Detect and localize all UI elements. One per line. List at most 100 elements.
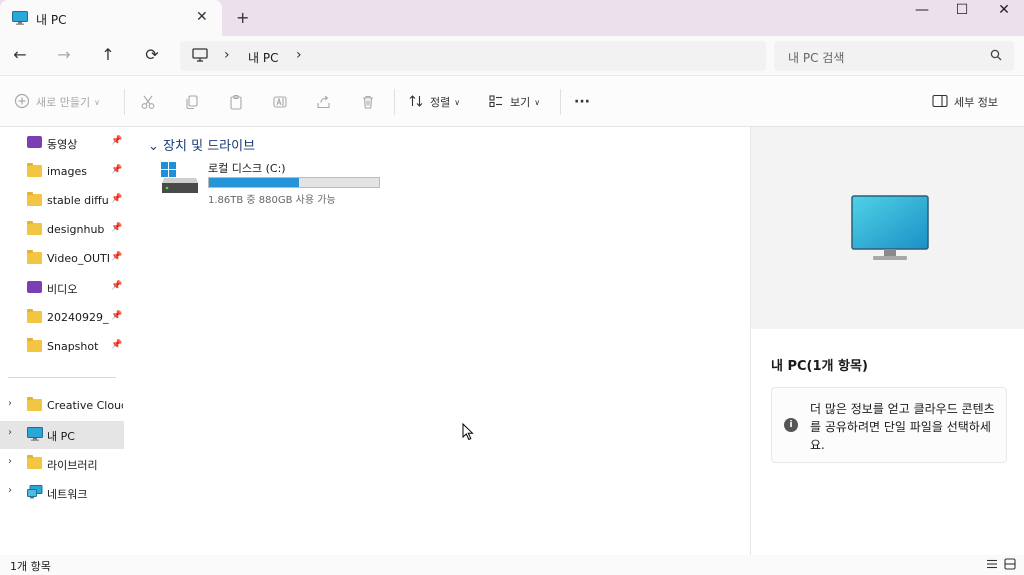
more-options-button[interactable]: ··· bbox=[574, 91, 590, 113]
sidebar-item-network[interactable]: › 네트워크 bbox=[0, 479, 124, 507]
share-icon[interactable] bbox=[316, 91, 332, 113]
drive-free-space: 1.86TB 중 880GB 사용 가능 bbox=[208, 195, 336, 206]
pin-icon[interactable]: 📌 bbox=[111, 252, 122, 262]
monitor-icon bbox=[12, 11, 28, 28]
sidebar-item-videos[interactable]: 동영상 📌 bbox=[0, 129, 124, 157]
refresh-button[interactable]: ⟳ bbox=[140, 45, 164, 67]
expand-chevron-icon[interactable]: › bbox=[8, 427, 12, 438]
address-row: ← → ↑ ⟳ › 내 PC › 내 PC 검색 bbox=[0, 36, 1024, 76]
sidebar-item-snapshot[interactable]: Snapshot 📌 bbox=[0, 333, 124, 361]
plus-circle-icon bbox=[14, 93, 30, 112]
sidebar-item-video[interactable]: 비디오 📌 bbox=[0, 274, 124, 302]
view-icon bbox=[488, 93, 504, 112]
sidebar-item-designhub[interactable]: designhub 📌 bbox=[0, 216, 124, 244]
new-button[interactable]: 새로 만들기 ∨ bbox=[14, 91, 100, 113]
minimize-button[interactable]: — bbox=[902, 2, 942, 22]
expand-chevron-icon[interactable]: › bbox=[8, 456, 12, 467]
tiles-view-icon[interactable] bbox=[1004, 558, 1016, 573]
item-count: 1개 항목 bbox=[10, 560, 51, 573]
pin-icon[interactable]: 📌 bbox=[111, 194, 122, 204]
sidebar-item-label: Creative Cloud bbox=[47, 399, 123, 412]
breadcrumb-chevron-icon[interactable]: › bbox=[296, 47, 302, 63]
breadcrumb-my-pc[interactable]: 내 PC bbox=[248, 49, 278, 66]
sidebar-item-my-pc[interactable]: › 내 PC bbox=[0, 421, 124, 449]
search-box[interactable]: 내 PC 검색 bbox=[774, 41, 1014, 71]
tab-close-icon[interactable]: ✕ bbox=[196, 9, 208, 25]
expand-chevron-icon[interactable]: › bbox=[8, 398, 12, 409]
pc-icon bbox=[192, 48, 208, 65]
new-tab-button[interactable]: + bbox=[236, 8, 249, 27]
pin-icon[interactable]: 📌 bbox=[111, 340, 122, 350]
tab-my-pc[interactable]: 내 PC ✕ bbox=[0, 0, 222, 36]
sidebar-item-label: stable diffusi bbox=[47, 194, 109, 207]
sidebar-item-label: 동영상 bbox=[47, 138, 78, 151]
monitor-icon bbox=[851, 195, 929, 266]
chevron-down-icon: ∨ bbox=[454, 97, 461, 107]
delete-icon[interactable] bbox=[360, 91, 376, 113]
sidebar-item-label: 라이브러리 bbox=[47, 459, 98, 472]
file-list: ⌄ 장치 및 드라이브 로컬 디스크 (C:) 1.86TB 중 880GB 사… bbox=[140, 127, 750, 555]
view-button[interactable]: 보기 ∨ bbox=[488, 91, 540, 113]
sidebar-item-label: images bbox=[47, 165, 87, 178]
sidebar-item-images[interactable]: images 📌 bbox=[0, 158, 124, 186]
sidebar-item-stable-diffusion[interactable]: stable diffusi 📌 bbox=[0, 187, 124, 215]
video-icon bbox=[27, 136, 42, 148]
sidebar-item-20240929[interactable]: 20240929_0 📌 bbox=[0, 304, 124, 332]
chevron-down-icon: ∨ bbox=[534, 97, 541, 107]
toolbar-divider bbox=[394, 89, 395, 115]
address-bar[interactable]: › 내 PC › bbox=[180, 41, 766, 71]
sidebar-item-creative-cloud[interactable]: › Creative Cloud bbox=[0, 392, 124, 420]
drive-usage-fill bbox=[209, 178, 300, 187]
cut-icon[interactable] bbox=[140, 91, 156, 113]
maximize-button[interactable]: ☐ bbox=[942, 2, 982, 22]
drive-name: 로컬 디스크 (C:) bbox=[208, 162, 286, 175]
chevron-down-icon: ⌄ bbox=[148, 139, 159, 154]
pin-icon[interactable]: 📌 bbox=[111, 223, 122, 233]
sidebar-item-libraries[interactable]: › 라이브러리 bbox=[0, 450, 124, 478]
sidebar-item-label: 내 PC bbox=[47, 430, 75, 443]
forward-button[interactable]: → bbox=[52, 45, 76, 67]
toolbar-divider bbox=[124, 89, 125, 115]
sidebar-item-label: Video_OUTPU bbox=[47, 252, 109, 265]
command-bar: 새로 만들기 ∨ 정렬 ∨ 보기 ∨ ··· 세부 정보 bbox=[0, 77, 1024, 127]
pin-icon[interactable]: 📌 bbox=[111, 165, 122, 175]
drive-usage-bar bbox=[208, 177, 380, 188]
folder-icon bbox=[27, 309, 42, 323]
close-button[interactable]: ✕ bbox=[984, 2, 1024, 22]
info-message: 더 많은 정보를 얻고 클라우드 콘텐츠를 공유하려면 단일 파일을 선택하세요… bbox=[810, 402, 995, 452]
view-label: 보기 bbox=[510, 96, 531, 109]
preview-area bbox=[751, 127, 1024, 329]
details-pane-button[interactable]: 세부 정보 bbox=[932, 91, 998, 113]
pin-icon[interactable]: 📌 bbox=[111, 281, 122, 291]
paste-icon[interactable] bbox=[228, 91, 244, 113]
sidebar-item-label: 20240929_0 bbox=[47, 311, 109, 324]
sort-label: 정렬 bbox=[430, 96, 451, 109]
sidebar-item-label: 네트워크 bbox=[47, 488, 88, 501]
hard-drive-icon bbox=[160, 161, 200, 200]
status-bar: 1개 항목 bbox=[0, 555, 1024, 575]
pin-icon[interactable]: 📌 bbox=[111, 311, 122, 321]
details-pane-icon bbox=[932, 94, 948, 111]
tab-title: 내 PC bbox=[36, 13, 67, 27]
details-pane-label: 세부 정보 bbox=[954, 96, 998, 109]
group-header-devices[interactable]: ⌄ 장치 및 드라이브 bbox=[148, 135, 255, 154]
pin-icon[interactable]: 📌 bbox=[111, 136, 122, 146]
copy-icon[interactable] bbox=[184, 91, 200, 113]
folder-icon bbox=[27, 192, 42, 206]
expand-chevron-icon[interactable]: › bbox=[8, 485, 12, 496]
rename-icon[interactable] bbox=[272, 91, 288, 113]
group-title: 장치 및 드라이브 bbox=[163, 139, 256, 154]
sidebar-item-video-output[interactable]: Video_OUTPU 📌 bbox=[0, 245, 124, 273]
details-view-icon[interactable] bbox=[986, 558, 998, 573]
folder-icon bbox=[27, 250, 42, 264]
search-placeholder: 내 PC 검색 bbox=[788, 51, 845, 65]
drive-item[interactable]: 로컬 디스크 (C:) 1.86TB 중 880GB 사용 가능 bbox=[160, 157, 390, 206]
folder-icon bbox=[27, 455, 42, 469]
sort-button[interactable]: 정렬 ∨ bbox=[408, 91, 460, 113]
back-button[interactable]: ← bbox=[8, 45, 32, 67]
search-icon bbox=[990, 49, 1002, 64]
title-bar: 내 PC ✕ + — ☐ ✕ bbox=[0, 0, 1024, 36]
network-icon bbox=[27, 485, 43, 499]
breadcrumb-chevron-icon[interactable]: › bbox=[224, 47, 230, 63]
up-button[interactable]: ↑ bbox=[96, 45, 120, 67]
